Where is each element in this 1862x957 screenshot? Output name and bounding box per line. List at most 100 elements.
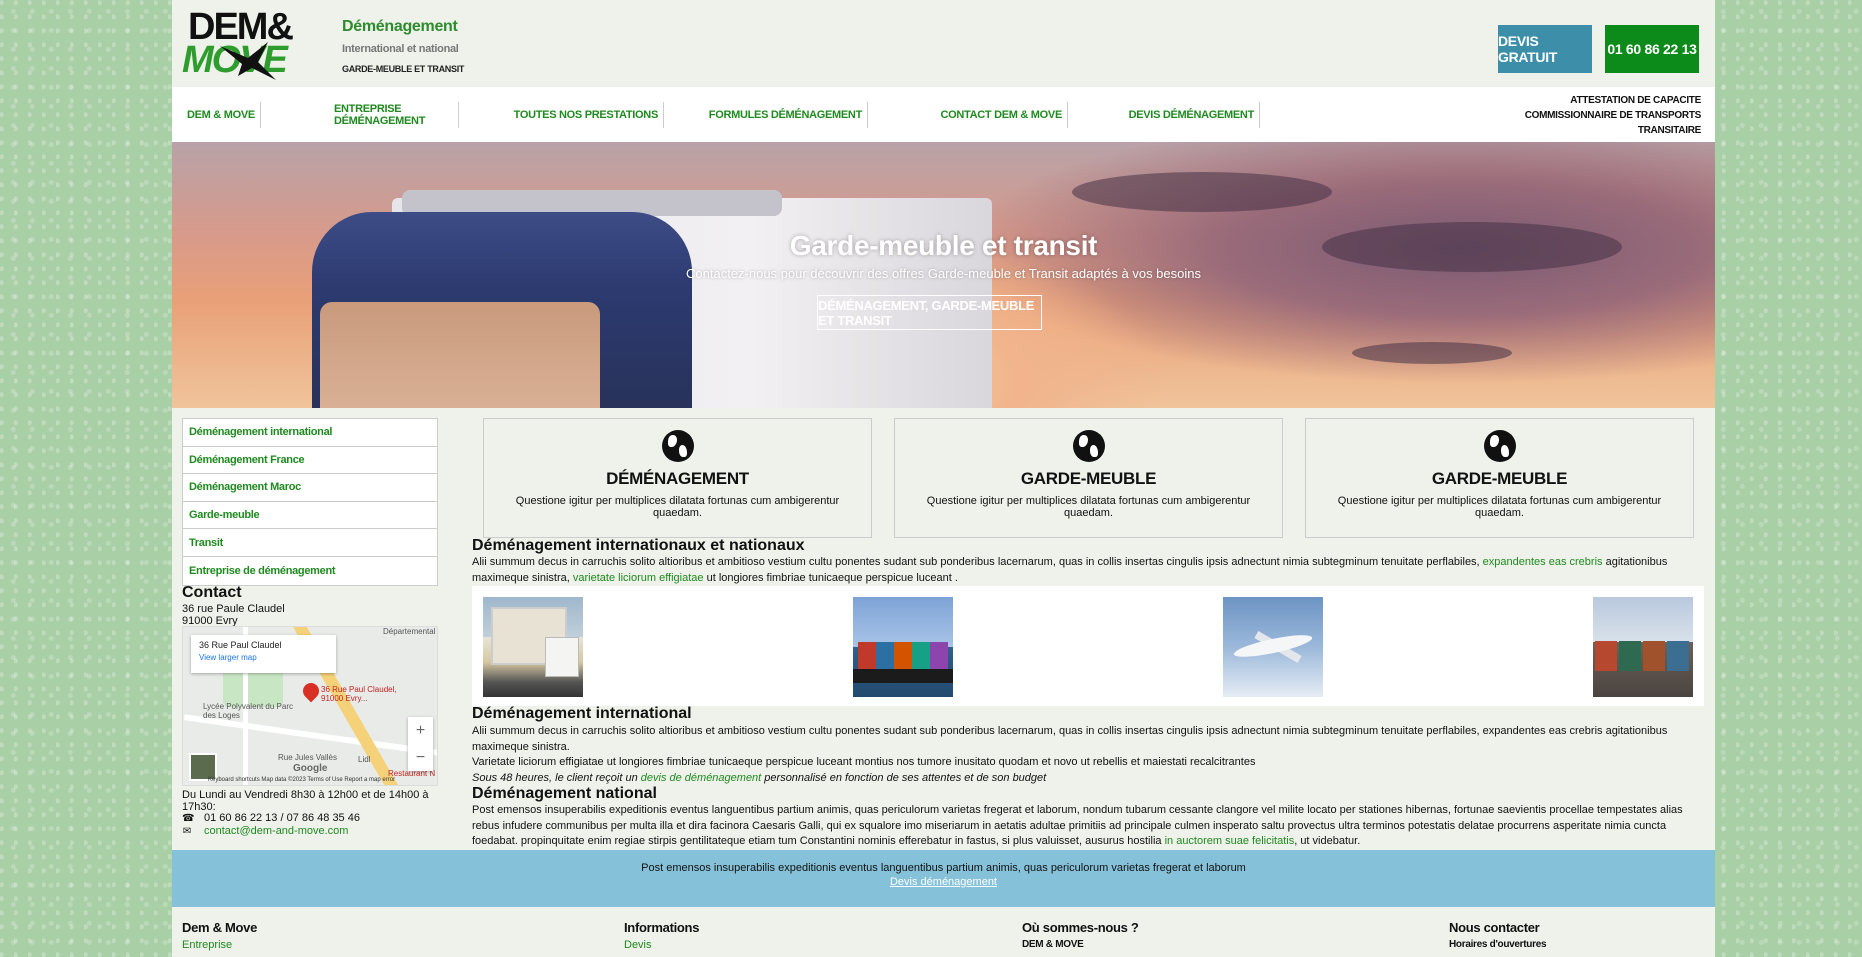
map-label-lycee: Lycée Polyvalent du Parc des Loges — [203, 702, 293, 720]
card-text: Questione igitur per multiplices dilatat… — [926, 495, 1251, 519]
phone-button[interactable]: 01 60 86 22 13 — [1605, 25, 1699, 73]
footer-location-name: DEM & MOVE — [1022, 939, 1084, 950]
cta-band-text: Post emensos insuperabilis expeditionis … — [641, 862, 1246, 874]
globe-icon — [661, 430, 694, 462]
cta-band: Post emensos insuperabilis expeditionis … — [172, 850, 1715, 907]
contact-phone-text: 01 60 86 22 13 / 07 86 48 35 46 — [204, 812, 360, 824]
hero-subtitle: Contactez-nous pour découvrir des offres… — [686, 266, 1201, 281]
card-title: DÉMÉNAGEMENT — [606, 469, 749, 488]
sidebar-item-entreprise[interactable]: Entreprise de déménagement — [183, 557, 437, 585]
section-text-international-1: Alii summum decus in carruchis solito al… — [472, 725, 1668, 753]
tagline-subtitle: International et national — [342, 43, 459, 55]
map-label-rue: Rue Jules Vallès — [278, 753, 337, 762]
nav-item-prestations[interactable]: TOUTES NOS PRESTATIONS — [472, 102, 664, 128]
sidebar-item-maroc[interactable]: Déménagement Maroc — [183, 474, 437, 502]
map-zoom-in-button[interactable]: + — [408, 717, 433, 744]
gallery-image-ship[interactable] — [853, 597, 953, 697]
tagline-small: GARDE-MEUBLE ET TRANSIT — [342, 64, 465, 74]
map-road — [183, 714, 437, 756]
map-zoom-out-button[interactable]: − — [408, 744, 433, 771]
sidebar-item-france[interactable]: Déménagement France — [183, 447, 437, 475]
nav-item-contact[interactable]: CONTACT DEM & MOVE — [882, 102, 1068, 128]
nav-item-entreprise[interactable]: ENTREPRISE DÉMÉNAGEMENT — [334, 102, 459, 128]
tagline: Déménagement International et national G… — [342, 18, 464, 74]
cta-band-link[interactable]: Devis déménagement — [172, 876, 1715, 888]
nav-item-formules[interactable]: FORMULES DÉMÉNAGEMENT — [672, 102, 868, 128]
map-zoom-control: + − — [408, 717, 433, 771]
card-title: GARDE-MEUBLE — [1020, 469, 1157, 488]
devis-link[interactable]: devis de déménagement — [641, 772, 761, 784]
inline-link[interactable]: in auctorem suae felicitatis — [1165, 835, 1295, 847]
globe-icon — [1072, 430, 1105, 462]
map-pin-icon[interactable] — [299, 679, 323, 703]
envelope-icon: ✉ — [182, 825, 192, 837]
hero-banner: Garde-meuble et transit Contactez-nous p… — [172, 142, 1715, 408]
nav-item-dem-move[interactable]: DEM & MOVE — [187, 102, 261, 128]
inline-link[interactable]: varietate liciorum effigiatae — [573, 572, 704, 584]
cert-capacite: ATTESTATION DE CAPACITE — [1570, 95, 1701, 106]
text-segment: personnalisé en fonction de ses attentes… — [761, 772, 1047, 784]
nav-item-devis[interactable]: DEVIS DÉMÉNAGEMENT — [1077, 102, 1260, 128]
text-segment: Post emensos insuperabilis expeditionis … — [472, 804, 1683, 847]
gallery-image-plane[interactable] — [1223, 597, 1323, 697]
inline-link[interactable]: expandentes eas crebris — [1483, 556, 1603, 568]
section-title-internationaux: Déménagement internationaux et nationaux — [472, 537, 805, 554]
footer-col-title: Informations — [624, 920, 700, 935]
footer-col-informations: Informations Devis — [624, 920, 699, 951]
contact-title: Contact — [182, 584, 242, 601]
map-larger-link[interactable]: View larger map — [199, 653, 328, 662]
map-label-dept: Départemental — [383, 627, 436, 636]
cloud — [1352, 342, 1512, 364]
sidebar-item-transit[interactable]: Transit — [183, 529, 437, 557]
eagle-icon — [220, 42, 276, 80]
sidebar-item-garde-meuble[interactable]: Garde-meuble — [183, 502, 437, 530]
footer-link-entreprise[interactable]: Entreprise — [182, 939, 257, 951]
tagline-title: Déménagement — [342, 18, 458, 35]
contact-email: ✉ contact@dem-and-move.com — [182, 825, 349, 837]
service-card[interactable]: GARDE-MEUBLE Questione igitur per multip… — [894, 418, 1283, 538]
google-map[interactable]: Départemental Fitness Park Lycée Polyval… — [182, 626, 438, 786]
card-title: GARDE-MEUBLE — [1431, 469, 1568, 488]
contact-phone: ☎ 01 60 86 22 13 / 07 86 48 35 46 — [182, 812, 360, 824]
site-header: DEM& MOVE Déménagement International et … — [172, 0, 1715, 87]
page: DEM& MOVE Déménagement International et … — [172, 0, 1715, 957]
service-card[interactable]: GARDE-MEUBLE Questione igitur per multip… — [1305, 418, 1694, 538]
map-label-lidl: Lidl — [358, 755, 371, 764]
card-text: Questione igitur per multiplices dilatat… — [1337, 495, 1662, 519]
nav-certifications: ATTESTATION DE CAPACITE COMMISSIONNAIRE … — [1525, 93, 1702, 138]
section-title-international: Déménagement international — [472, 705, 692, 722]
map-pin-label: 36 Rue Paul Claudel, 91000 Evry... — [321, 685, 397, 703]
cloud — [1072, 172, 1332, 212]
text-segment: , ut videbatur. — [1294, 835, 1361, 847]
sidebar-item-international[interactable]: Déménagement international — [183, 419, 437, 447]
map-footer: Keyboard shortcuts Map data ©2023 Terms … — [208, 777, 396, 783]
gallery-image-train[interactable] — [1593, 597, 1693, 697]
image-gallery — [472, 586, 1704, 706]
footer-col-title: Nous contacter — [1449, 920, 1540, 935]
devis-gratuit-button[interactable]: DEVIS GRATUIT — [1498, 25, 1592, 73]
address-line1: 36 rue Paule Claudel — [182, 603, 285, 615]
truck-window-image — [320, 302, 600, 408]
contact-email-link[interactable]: contact@dem-and-move.com — [204, 825, 348, 837]
text-segment: Sous 48 heures, le client reçoit un — [472, 772, 641, 784]
card-text: Questione igitur per multiplices dilatat… — [515, 495, 840, 519]
globe-icon — [1483, 430, 1516, 462]
sidebar-menu: Déménagement international Déménagement … — [182, 418, 438, 586]
footer-link-devis[interactable]: Devis — [624, 939, 699, 951]
footer-hours-label: Horaires d'ouvertures — [1449, 939, 1547, 950]
section-title-national: Déménagement national — [472, 785, 657, 802]
map-card-title: 36 Rue Paul Claudel — [199, 640, 282, 650]
section-text-internationaux: Alii summum decus in carruchis solito al… — [472, 555, 1702, 586]
main-nav: DEM & MOVE ENTREPRISE DÉMÉNAGEMENT TOUTE… — [172, 87, 1715, 142]
hero-cta-button[interactable]: DÉMÉNAGEMENT, GARDE-MEUBLE ET TRANSIT — [817, 295, 1042, 330]
footer-col-title: Dem & Move — [182, 920, 258, 935]
text-segment: ut longiores fimbriae tunicaeque perspic… — [703, 571, 958, 584]
map-info-card: 36 Rue Paul Claudel View larger map — [191, 635, 336, 673]
text-segment: Alii summum decus in carruchis solito al… — [472, 556, 1483, 568]
footer-col-location: Où sommes-nous ? DEM & MOVE — [1022, 920, 1139, 950]
service-card[interactable]: DÉMÉNAGEMENT Questione igitur per multip… — [483, 418, 872, 538]
section-text-international-2: Varietate liciorum effigiatae ut longior… — [472, 756, 1256, 768]
phone-icon: ☎ — [182, 812, 195, 824]
logo[interactable]: DEM& MOVE — [182, 8, 317, 86]
gallery-image-truck[interactable] — [483, 597, 583, 697]
